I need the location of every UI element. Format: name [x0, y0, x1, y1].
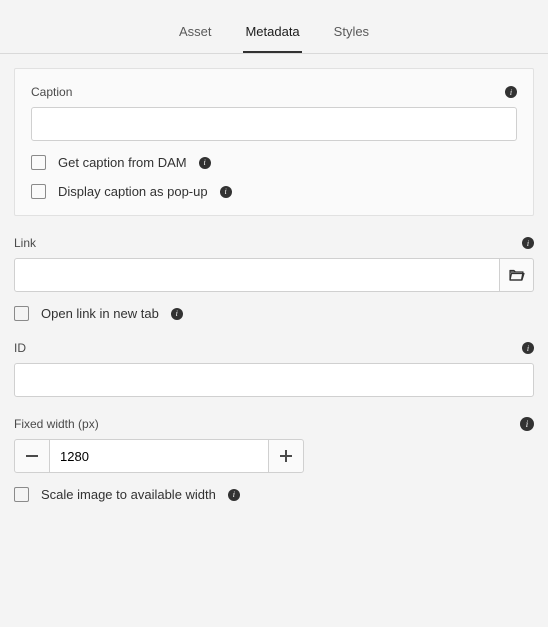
plus-icon [280, 450, 292, 462]
minus-icon [26, 455, 38, 457]
display-popup-checkbox[interactable] [31, 184, 46, 199]
folder-icon [509, 268, 525, 282]
tab-metadata[interactable]: Metadata [243, 14, 301, 53]
get-caption-dam-checkbox[interactable] [31, 155, 46, 170]
info-icon[interactable]: i [220, 186, 232, 198]
info-icon[interactable]: i [522, 342, 534, 354]
link-input[interactable] [14, 258, 500, 292]
fixed-width-stepper [14, 439, 304, 473]
tab-asset[interactable]: Asset [177, 14, 214, 53]
stepper-decrement-button[interactable] [14, 439, 50, 473]
open-new-tab-checkbox[interactable] [14, 306, 29, 321]
link-label: Link [14, 236, 36, 250]
stepper-increment-button[interactable] [268, 439, 304, 473]
info-icon[interactable]: i [522, 237, 534, 249]
get-caption-dam-label: Get caption from DAM [58, 155, 187, 170]
info-icon[interactable]: i [520, 417, 534, 431]
scale-to-width-label: Scale image to available width [41, 487, 216, 502]
id-label: ID [14, 341, 26, 355]
info-icon[interactable]: i [171, 308, 183, 320]
fixed-width-label: Fixed width (px) [14, 417, 99, 431]
content-area: Caption i Get caption from DAM i Display… [0, 54, 548, 536]
caption-label: Caption [31, 85, 72, 99]
info-icon[interactable]: i [505, 86, 517, 98]
caption-section: Caption i Get caption from DAM i Display… [14, 68, 534, 216]
fixed-width-section: Fixed width (px) i Scale image to availa… [14, 417, 534, 502]
id-input[interactable] [14, 363, 534, 397]
info-icon[interactable]: i [199, 157, 211, 169]
folder-browse-button[interactable] [500, 258, 534, 292]
info-icon[interactable]: i [228, 489, 240, 501]
scale-to-width-checkbox[interactable] [14, 487, 29, 502]
caption-input[interactable] [31, 107, 517, 141]
id-section: ID i [14, 341, 534, 397]
display-popup-label: Display caption as pop-up [58, 184, 208, 199]
tabs-container: Asset Metadata Styles [0, 0, 548, 54]
open-new-tab-label: Open link in new tab [41, 306, 159, 321]
tab-styles[interactable]: Styles [332, 14, 371, 53]
link-section: Link i Open link in new tab i [14, 236, 534, 321]
fixed-width-input[interactable] [50, 439, 268, 473]
